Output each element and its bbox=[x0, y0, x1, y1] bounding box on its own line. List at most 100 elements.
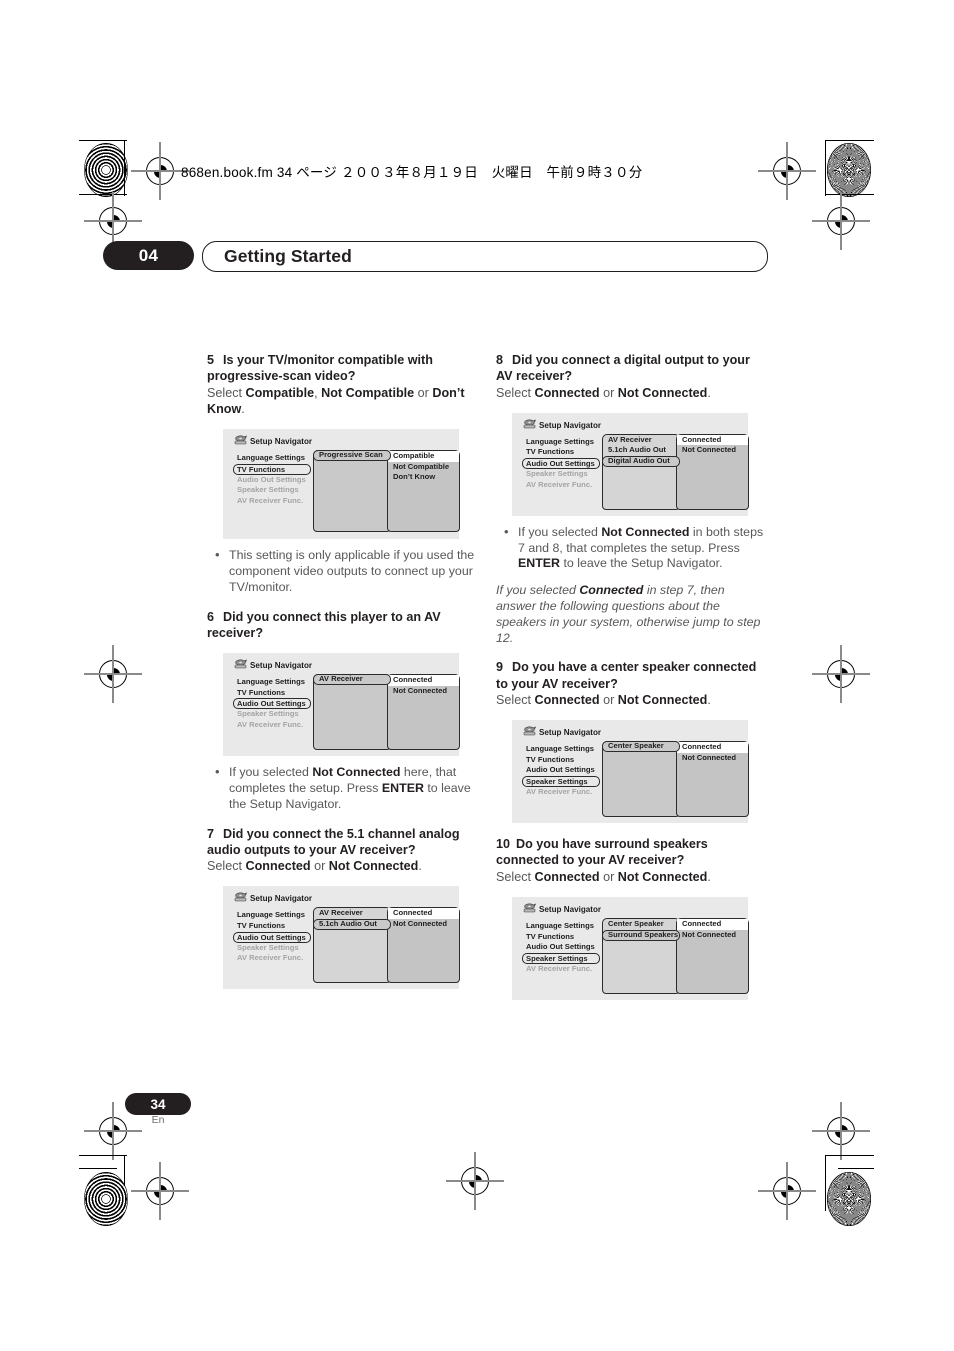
osd-option[interactable]: Not Connected bbox=[677, 753, 748, 764]
osd-screenshot-step8: Setup Navigator Language Settings TV Fun… bbox=[512, 412, 749, 516]
osd-menu-item[interactable]: Language Settings bbox=[523, 744, 603, 755]
step7-option-2: Not Connected bbox=[328, 859, 419, 874]
step8-option-2: Not Connected bbox=[617, 385, 708, 400]
osd-mid-item[interactable]: Center Speaker bbox=[603, 919, 679, 930]
step5-select-line: Select Compatible, Not Compatible or Don… bbox=[207, 385, 479, 418]
rosette-mark-bottom-right bbox=[827, 1172, 871, 1226]
osd-mid-panel-8: AV Receiver 5.1ch Audio Out Digital Audi… bbox=[602, 433, 680, 510]
step7-question-text: Did you connect the 5.1 channel analog a… bbox=[207, 826, 460, 857]
osd-menu-item-selected[interactable]: TV Functions bbox=[233, 463, 311, 475]
step10-number: 10 bbox=[496, 837, 511, 852]
print-filename-header: 868en.book.fm 34 ページ ２００３年８月１９日 火曜日 午前９時… bbox=[181, 165, 643, 180]
page-number-badge: 34 bbox=[125, 1093, 191, 1115]
crop-mark-bottom-left-h bbox=[79, 1155, 127, 1157]
osd-menu-item[interactable]: TV Functions bbox=[523, 755, 603, 766]
osd-menu-item[interactable]: AV Receiver Func. bbox=[523, 964, 603, 975]
osd-menu-item-selected[interactable]: Speaker Settings bbox=[522, 775, 600, 787]
osd-menu-item[interactable]: AV Receiver Func. bbox=[234, 953, 314, 964]
osd-option[interactable]: Not Connected bbox=[388, 919, 459, 930]
osd-menu-item[interactable]: AV Receiver Func. bbox=[234, 720, 314, 731]
step10-question-text: Do you have surround speakers connected … bbox=[496, 837, 708, 868]
osd-mid-item-selected[interactable]: Center Speaker bbox=[602, 741, 680, 753]
step7-number: 7 bbox=[207, 826, 215, 841]
step9-sep-1: or bbox=[599, 692, 618, 707]
osd-option-highlighted[interactable]: Connected bbox=[677, 742, 748, 753]
osd-option-highlighted[interactable]: Connected bbox=[388, 675, 459, 686]
osd-menu-item[interactable]: Audio Out Settings bbox=[234, 475, 314, 486]
osd-option[interactable]: Not Connected bbox=[677, 445, 748, 456]
step5-question: 5 Is your TV/monitor compatible with prog… bbox=[207, 352, 479, 385]
crop-mark-top-right-h2 bbox=[826, 194, 874, 196]
osd-mid-item-selected[interactable]: Progressive Scan bbox=[313, 450, 391, 462]
osd-title-text-10: Setup Navigator bbox=[539, 905, 602, 915]
step10-sep-1: or bbox=[599, 869, 618, 884]
osd-mid-item[interactable]: AV Receiver bbox=[603, 435, 679, 446]
osd-option-highlighted[interactable]: Connected bbox=[388, 908, 459, 920]
registration-mark-upper-right bbox=[812, 192, 870, 250]
osd-menu-item[interactable]: TV Functions bbox=[234, 921, 314, 932]
note8-part1: If you selected bbox=[496, 583, 580, 598]
osd-menu-item-selected[interactable]: Audio Out Settings bbox=[233, 698, 311, 710]
osd-option-highlighted[interactable]: Connected bbox=[677, 434, 748, 446]
osd-menu-item-selected[interactable]: Audio Out Settings bbox=[522, 458, 600, 470]
disc-player-icon bbox=[523, 419, 536, 429]
osd-menu-item[interactable]: Speaker Settings bbox=[234, 943, 314, 954]
registration-mark-top-right bbox=[758, 142, 816, 200]
osd-mid-item[interactable]: AV Receiver bbox=[314, 908, 390, 919]
osd-menu-item[interactable]: TV Functions bbox=[523, 447, 603, 458]
step7-select-line: Select Connected or Not Connected. bbox=[207, 858, 479, 874]
osd-mid-panel-6: AV Receiver bbox=[313, 674, 391, 751]
step5-option-2: Not Compatible bbox=[321, 385, 415, 400]
step6-bullet-bold1: Not Connected bbox=[312, 765, 401, 780]
osd-mid-item-selected[interactable]: Digital Audio Out bbox=[602, 456, 680, 468]
osd-mid-item-selected[interactable]: AV Receiver bbox=[313, 674, 391, 686]
step6-bullet-note: If you selected Not Connected here, that… bbox=[213, 764, 479, 812]
osd-menu-item-selected[interactable]: Audio Out Settings bbox=[233, 931, 311, 943]
step7-option-1: Connected bbox=[245, 859, 311, 874]
osd-mid-item-selected[interactable]: 5.1ch Audio Out bbox=[313, 919, 391, 931]
osd-option[interactable]: Not Connected bbox=[677, 930, 748, 941]
osd-navigator-title-10: Setup Navigator bbox=[523, 903, 602, 915]
osd-menu-item[interactable]: Language Settings bbox=[234, 453, 314, 464]
step8-select-prefix: Select bbox=[496, 385, 535, 400]
osd-menu-item[interactable]: Speaker Settings bbox=[234, 709, 314, 720]
osd-option-highlighted[interactable]: Connected bbox=[677, 919, 748, 930]
osd-option[interactable]: Not Connected bbox=[388, 686, 459, 697]
crop-mark-bottom-right-h2 bbox=[838, 1168, 874, 1170]
step8-bullet-bold2: ENTER bbox=[518, 556, 560, 571]
osd-menu-item[interactable]: AV Receiver Func. bbox=[234, 496, 314, 507]
osd-menu-item[interactable]: Language Settings bbox=[523, 921, 603, 932]
registration-mark-bottom-right bbox=[758, 1162, 816, 1220]
step8-option-1: Connected bbox=[534, 385, 600, 400]
osd-mid-item[interactable]: 5.1ch Audio Out bbox=[603, 445, 679, 456]
registration-mark-mid-left bbox=[84, 645, 142, 703]
step8-bullet-note: If you selected Not Connected in both st… bbox=[502, 524, 768, 572]
osd-menu-item-selected[interactable]: Speaker Settings bbox=[522, 952, 600, 964]
osd-menu-item[interactable]: Language Settings bbox=[234, 677, 314, 688]
step9-question: 9 Do you have a center speaker connected … bbox=[496, 659, 768, 692]
osd-mid-panel-5: Progressive Scan bbox=[313, 450, 391, 533]
step6-bullet-bold2: ENTER bbox=[381, 780, 424, 795]
osd-menu-item[interactable]: Speaker Settings bbox=[234, 485, 314, 496]
page-language-code: En bbox=[151, 1114, 165, 1126]
osd-menu-item[interactable]: TV Functions bbox=[234, 688, 314, 699]
osd-menu-item[interactable]: Language Settings bbox=[523, 437, 603, 448]
osd-menu-item[interactable]: Audio Out Settings bbox=[523, 942, 603, 953]
disc-player-icon bbox=[234, 892, 247, 902]
registration-mark-top-left bbox=[131, 142, 189, 200]
right-column: 8 Did you connect a digital output to you… bbox=[496, 352, 768, 1001]
osd-menu-item[interactable]: AV Receiver Func. bbox=[523, 787, 603, 798]
osd-menu-item[interactable]: Speaker Settings bbox=[523, 469, 603, 480]
osd-option[interactable]: Not Compatible bbox=[388, 462, 459, 473]
crop-mark-top-left-h bbox=[79, 140, 127, 142]
osd-menu-item[interactable]: Audio Out Settings bbox=[523, 765, 603, 776]
osd-option-highlighted[interactable]: Compatible bbox=[388, 451, 459, 462]
osd-option[interactable]: Don’t Know bbox=[388, 472, 459, 483]
osd-menu-item[interactable]: TV Functions bbox=[523, 932, 603, 943]
osd-menu-item[interactable]: Language Settings bbox=[234, 910, 314, 921]
osd-title-text-9: Setup Navigator bbox=[539, 728, 602, 738]
osd-mid-item-selected[interactable]: Surround Speakers bbox=[602, 929, 680, 941]
step10-option-2: Not Connected bbox=[617, 869, 708, 884]
osd-menu-item[interactable]: AV Receiver Func. bbox=[523, 480, 603, 491]
step8-bullet-part1: If you selected bbox=[518, 524, 602, 539]
